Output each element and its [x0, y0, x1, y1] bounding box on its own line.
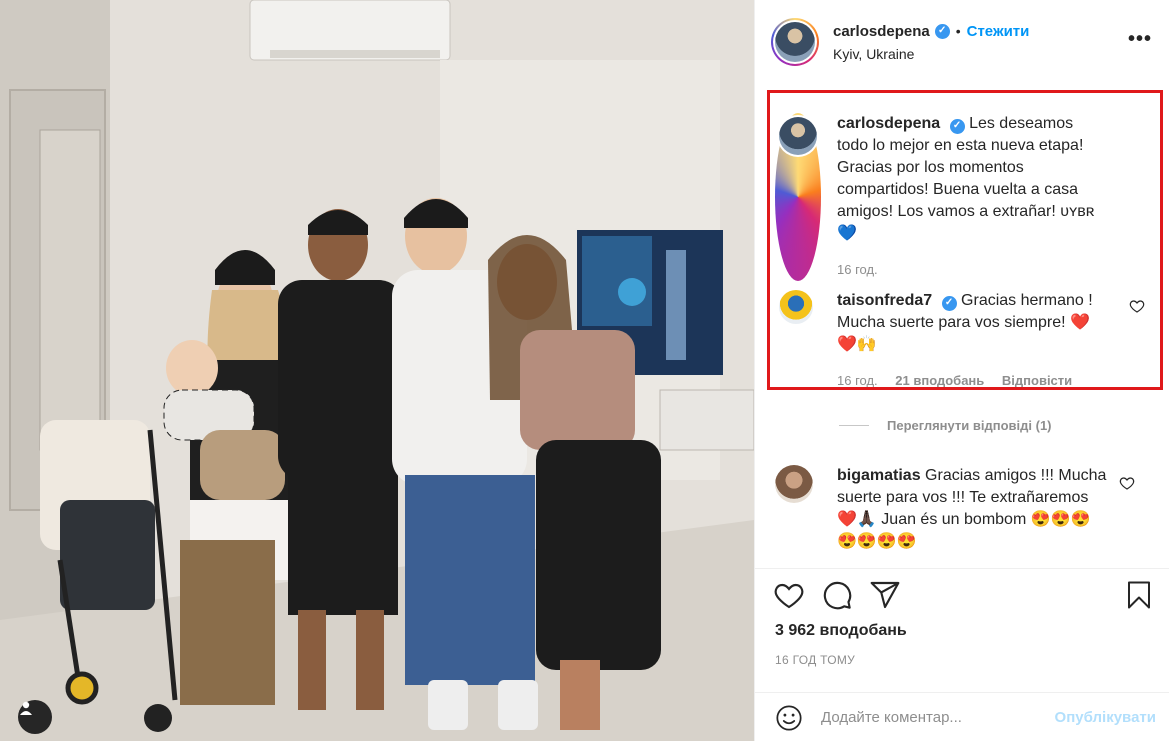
user-icon — [20, 701, 32, 715]
verified-icon: ✓ — [949, 118, 965, 134]
verified-icon: ✓ — [934, 23, 950, 39]
emoji-icon[interactable] — [775, 704, 803, 732]
caption-text: Les deseamos todo lo mejor en esta nueva… — [837, 115, 1095, 242]
post-actions: 3 962 вподобань 16 ГОД ТОМУ Опублікувати — [755, 568, 1169, 741]
like-icon[interactable] — [773, 579, 805, 611]
caption: carlosdepena ✓ Les deseamos todo lo mejo… — [775, 113, 1145, 281]
reply-button[interactable]: Відповісти — [1002, 373, 1072, 387]
comment-username[interactable]: bigamatias — [837, 467, 921, 484]
author-username[interactable]: carlosdepena — [833, 23, 930, 40]
share-icon[interactable] — [869, 579, 901, 611]
like-comment-icon[interactable] — [1129, 298, 1145, 314]
comment-item: bigamatias Gracias amigos !!! Mucha suer… — [775, 465, 1155, 553]
add-comment-bar: Опублікувати — [755, 692, 1169, 741]
comment-input[interactable] — [821, 709, 1021, 726]
photo-illustration — [0, 0, 754, 741]
comment-time[interactable]: 16 год. — [837, 373, 878, 387]
follow-button[interactable]: Стежити — [967, 23, 1030, 40]
comment-username[interactable]: taisonfreda7 — [837, 292, 932, 309]
tagged-users-button[interactable] — [18, 700, 52, 734]
highlighted-comments-box: carlosdepena ✓ Les deseamos todo lo mejo… — [767, 90, 1163, 390]
view-replies-button[interactable]: Переглянути відповіді (1) — [839, 418, 1052, 433]
avatar — [775, 22, 815, 62]
avatar[interactable] — [779, 290, 813, 324]
more-options-icon[interactable]: ••• — [1128, 29, 1152, 49]
save-icon[interactable] — [1124, 579, 1154, 611]
comment-likes[interactable]: 21 вподобань — [895, 373, 984, 387]
replies-divider — [839, 425, 869, 426]
like-comment-icon[interactable] — [1119, 475, 1135, 491]
author-avatar-ring[interactable] — [771, 18, 819, 66]
avatar — [779, 117, 817, 155]
caption-avatar-ring[interactable] — [775, 113, 821, 281]
comment-item: taisonfreda7 ✓ Gracias hermano ! Mucha s… — [779, 290, 1149, 387]
post-photo[interactable] — [0, 0, 754, 741]
post-location[interactable]: Kyiv, Ukraine — [833, 46, 1029, 62]
likes-count[interactable]: 3 962 вподобань — [775, 622, 907, 640]
post-details-panel: carlosdepena ✓ • Стежити Kyiv, Ukraine •… — [754, 0, 1169, 741]
verified-icon: ✓ — [941, 295, 957, 311]
separator-dot: • — [955, 23, 961, 39]
comment-icon[interactable] — [821, 579, 853, 611]
caption-username[interactable]: carlosdepena — [837, 115, 940, 132]
avatar[interactable] — [775, 465, 813, 503]
caption-time[interactable]: 16 год. — [837, 262, 878, 277]
post-header: carlosdepena ✓ • Стежити Kyiv, Ukraine •… — [755, 0, 1169, 84]
publish-button[interactable]: Опублікувати — [1055, 709, 1156, 726]
post-timestamp[interactable]: 16 ГОД ТОМУ — [775, 653, 855, 667]
view-replies-label: Переглянути відповіді (1) — [887, 418, 1052, 433]
